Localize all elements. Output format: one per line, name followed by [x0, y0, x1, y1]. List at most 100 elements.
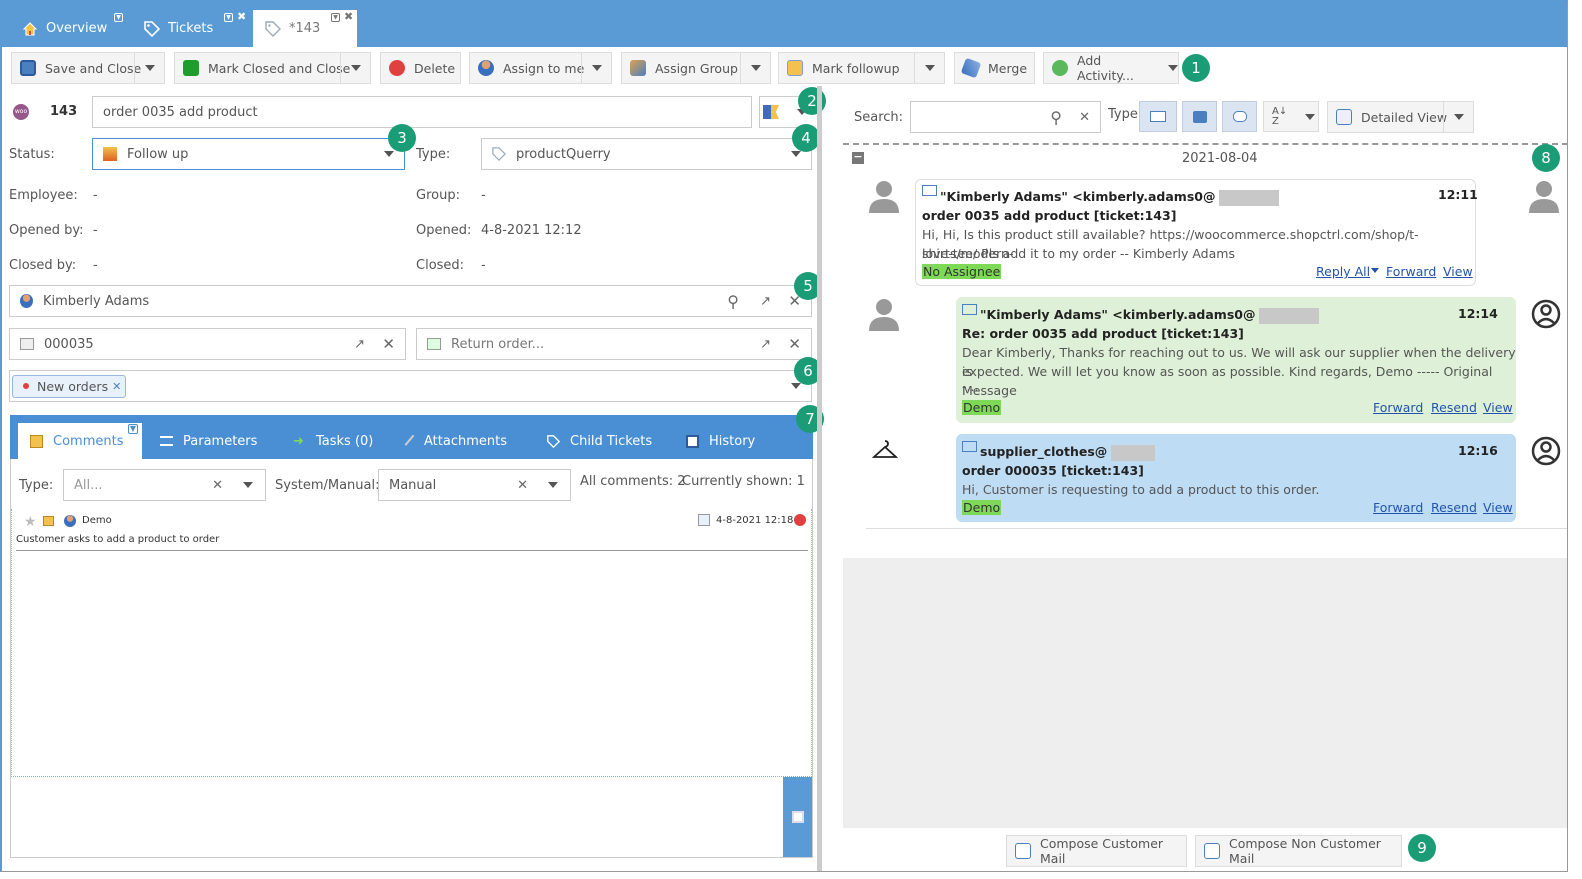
- compose-customer-mail-button[interactable]: Compose Customer Mail: [1006, 835, 1187, 867]
- dropdown-caret-icon[interactable]: [1443, 102, 1473, 132]
- save-close-button[interactable]: Save and Close: [11, 52, 165, 84]
- dropdown-caret-icon[interactable]: [791, 151, 801, 157]
- search-icon[interactable]: ⚲: [727, 292, 739, 311]
- add-icon: [1052, 60, 1068, 76]
- filter-chat-toggle[interactable]: [1222, 101, 1257, 132]
- return-order-field[interactable]: Return order... ↗ ✕: [416, 328, 812, 360]
- tab-history[interactable]: History: [686, 423, 755, 459]
- assign-to-me-button[interactable]: Assign to me: [469, 52, 612, 84]
- dropdown-caret-icon[interactable]: [1168, 65, 1178, 71]
- tab-overview[interactable]: Overview ▼: [22, 10, 123, 47]
- message-assignee: Demo: [962, 500, 1002, 515]
- clear-icon[interactable]: ✕: [212, 478, 223, 493]
- dropdown-caret-icon[interactable]: [384, 151, 394, 157]
- dropdown-caret-icon[interactable]: [548, 482, 558, 488]
- tab-ticket-143[interactable]: *143 ▼ ✖: [253, 10, 357, 47]
- new-comment-input[interactable]: [11, 777, 783, 857]
- tab-comments[interactable]: Comments ▼: [18, 423, 142, 459]
- status-select[interactable]: Follow up: [92, 138, 405, 170]
- view-link[interactable]: View: [1443, 264, 1473, 279]
- collapse-icon[interactable]: −: [852, 151, 864, 164]
- clear-icon[interactable]: ✕: [517, 478, 528, 493]
- search-input[interactable]: ⚲ ✕: [910, 101, 1101, 133]
- message-subject: Re: order 0035 add product [ticket:143]: [962, 326, 1244, 341]
- remove-tag-icon[interactable]: ✕: [112, 380, 121, 393]
- resend-link[interactable]: Resend: [1431, 500, 1477, 515]
- forward-link[interactable]: Forward: [1386, 264, 1436, 279]
- dropdown-caret-icon[interactable]: [340, 53, 370, 83]
- dropdown-caret-icon[interactable]: [243, 482, 253, 488]
- clear-icon[interactable]: ✕: [788, 335, 801, 353]
- tab-menu-icon[interactable]: ▼: [331, 12, 340, 22]
- tab-label: Tasks (0): [316, 433, 374, 449]
- message-time: 12:16: [1458, 443, 1498, 458]
- compose-non-customer-mail-button[interactable]: Compose Non Customer Mail: [1195, 835, 1402, 867]
- group-label: Group:: [416, 188, 460, 203]
- open-external-icon[interactable]: ↗: [760, 337, 771, 352]
- tab-attachments[interactable]: Attachments: [404, 423, 507, 459]
- tag-chip[interactable]: New orders ✕: [12, 374, 127, 398]
- reply-all-link[interactable]: Reply All: [1316, 264, 1370, 279]
- tab-tickets[interactable]: Tickets ▼ ✖: [144, 10, 246, 47]
- search-icon[interactable]: ⚲: [1050, 108, 1062, 127]
- clear-icon[interactable]: ✕: [382, 335, 395, 353]
- view-mode-select[interactable]: Detailed View: [1327, 101, 1474, 133]
- customer-field[interactable]: Kimberly Adams ⚲ ↗ ✕: [9, 285, 812, 317]
- star-icon[interactable]: ★: [24, 514, 37, 530]
- merge-button[interactable]: Merge: [954, 52, 1035, 84]
- close-icon[interactable]: ✖: [344, 10, 353, 23]
- filter-email-toggle[interactable]: [1139, 101, 1177, 132]
- forward-link[interactable]: Forward: [1373, 400, 1423, 415]
- dropdown-caret-icon[interactable]: [581, 53, 611, 83]
- forward-link[interactable]: Forward: [1373, 500, 1423, 515]
- message-body-line: -...: [962, 379, 979, 394]
- message-card[interactable]: "Kimberly Adams" <kimberly.adams0@ 12:14…: [956, 297, 1516, 423]
- view-link[interactable]: View: [1483, 400, 1513, 415]
- type-filter-select[interactable]: All... ✕: [63, 469, 266, 501]
- open-external-icon[interactable]: ↗: [354, 337, 365, 352]
- tab-menu-icon[interactable]: ▼: [128, 424, 138, 434]
- button-label: Mark Closed and Close: [208, 60, 351, 76]
- pane-splitter[interactable]: [817, 86, 822, 871]
- tab-label: History: [709, 433, 756, 449]
- merge-icon: [960, 57, 982, 79]
- clear-icon[interactable]: ✕: [1079, 110, 1090, 125]
- mark-followup-button[interactable]: Mark followup: [778, 52, 945, 84]
- tag-icon: [547, 434, 560, 448]
- closed-value: -: [481, 258, 486, 273]
- delete-button[interactable]: Delete: [380, 52, 461, 84]
- tab-menu-icon[interactable]: ▼: [224, 12, 233, 22]
- list-icon: [160, 436, 173, 446]
- message-card[interactable]: supplier_clothes@ 12:16 order 000035 [ti…: [956, 434, 1516, 522]
- message-assignee: Demo: [962, 400, 1002, 415]
- tab-child-tickets[interactable]: Child Tickets: [547, 423, 652, 459]
- dropdown-caret-icon[interactable]: [740, 53, 770, 83]
- close-icon[interactable]: ✖: [237, 10, 246, 23]
- add-activity-button[interactable]: Add Activity...: [1043, 52, 1179, 84]
- sort-button[interactable]: A↓ Z: [1263, 101, 1319, 132]
- tab-tasks[interactable]: ➜ Tasks (0): [293, 423, 373, 459]
- open-external-icon[interactable]: ↗: [760, 294, 771, 309]
- tab-menu-icon[interactable]: ▼: [114, 12, 123, 22]
- phone-icon: [1192, 110, 1207, 123]
- tab-parameters[interactable]: Parameters: [160, 423, 257, 459]
- message-time: 12:11: [1438, 187, 1478, 202]
- dropdown-caret-icon[interactable]: [914, 53, 944, 83]
- sysman-filter-select[interactable]: Manual ✕: [378, 469, 571, 501]
- tags-field[interactable]: New orders ✕: [9, 370, 812, 402]
- dropdown-caret-icon[interactable]: [1305, 113, 1316, 120]
- dropdown-caret-icon[interactable]: [791, 383, 801, 389]
- subject-input[interactable]: order 0035 add product: [92, 96, 752, 128]
- delete-icon[interactable]: [794, 514, 806, 526]
- order-field[interactable]: 000035 ↗ ✕: [9, 328, 406, 360]
- dropdown-caret-icon[interactable]: [134, 53, 164, 83]
- resend-link[interactable]: Resend: [1431, 400, 1477, 415]
- assign-group-button[interactable]: Assign Group: [621, 52, 771, 84]
- type-select[interactable]: productQuerry: [481, 138, 812, 170]
- mark-closed-button[interactable]: Mark Closed and Close: [174, 52, 371, 84]
- filter-phone-toggle[interactable]: [1182, 101, 1217, 132]
- view-link[interactable]: View: [1483, 500, 1513, 515]
- dropdown-caret-icon[interactable]: [1371, 268, 1379, 273]
- save-comment-button[interactable]: [783, 777, 812, 857]
- message-card[interactable]: "Kimberly Adams" <kimberly.adams0@ 12:11…: [915, 179, 1478, 286]
